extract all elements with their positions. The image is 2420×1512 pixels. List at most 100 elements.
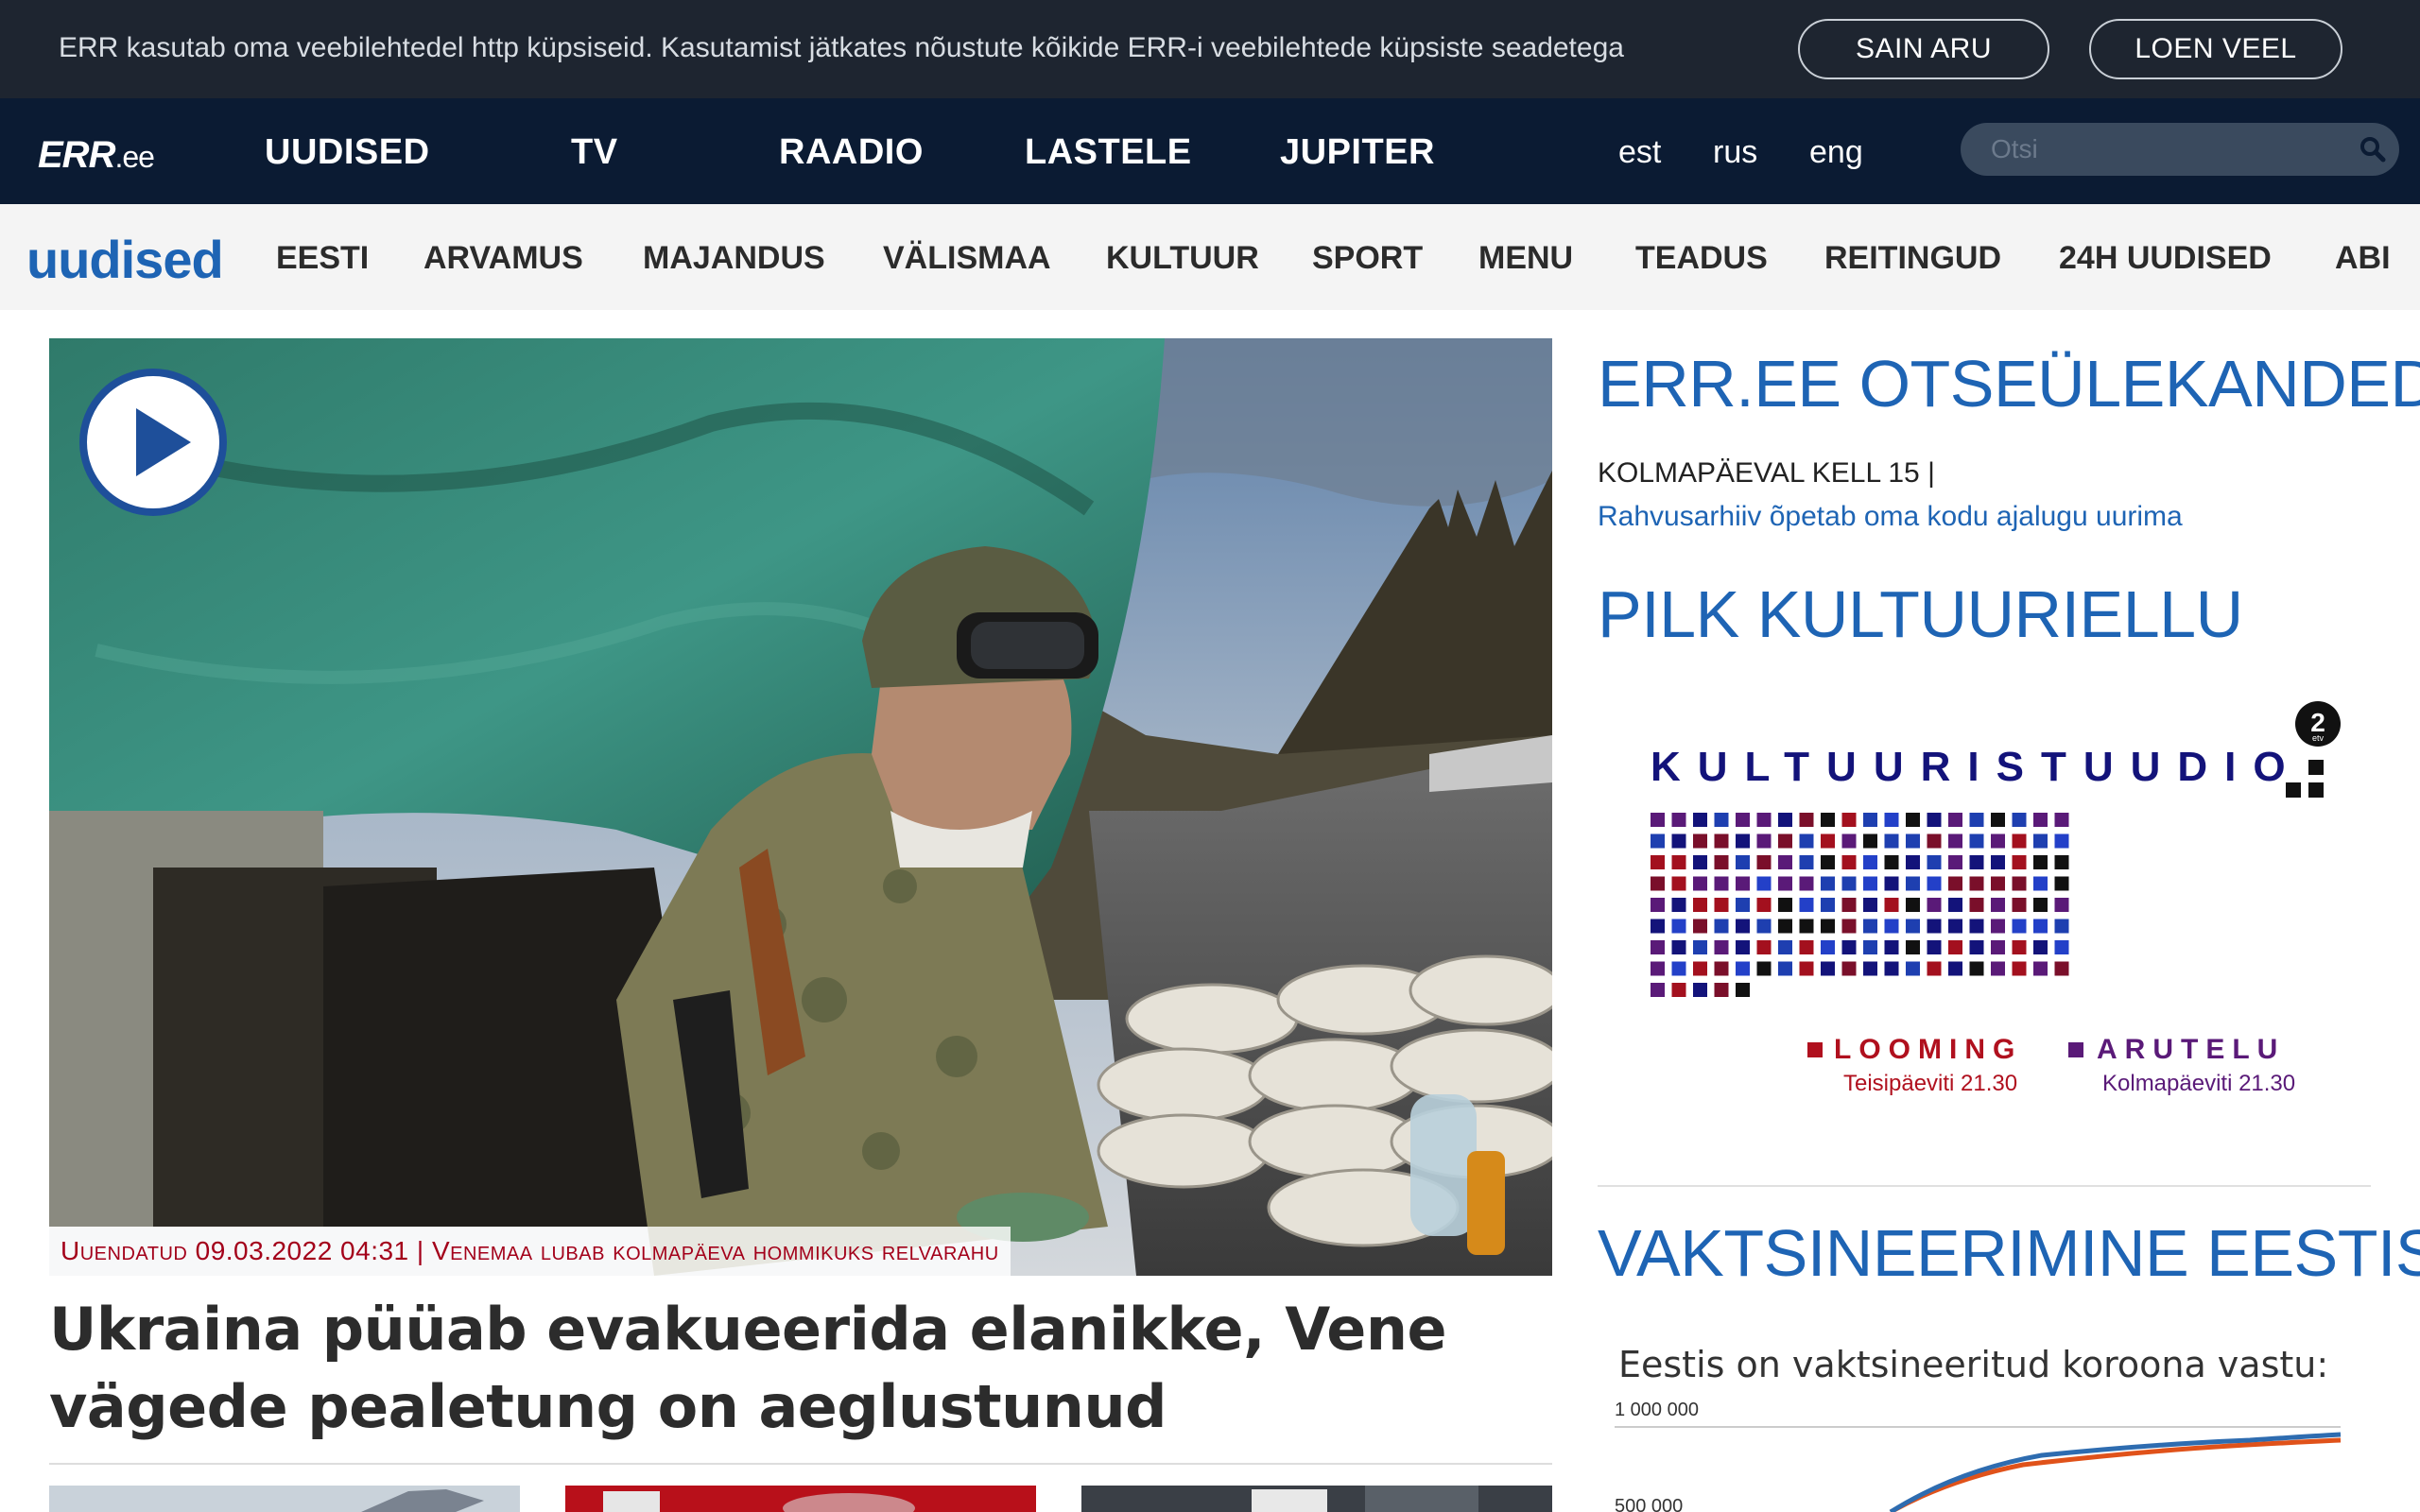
live-broadcast-link[interactable]: Rahvusarhiiv õpetab oma kodu ajalugu uur… <box>1598 501 2183 533</box>
grid-square <box>1756 940 1772 954</box>
grid-square <box>1863 919 1877 934</box>
lang-rus[interactable]: rus <box>1713 134 1757 171</box>
culture-title[interactable]: PILK KULTUURIELLU <box>1598 576 2243 652</box>
subnav-item-eesti[interactable]: EESTI <box>276 240 369 277</box>
grid-square <box>2012 940 2027 954</box>
etv2-sub: etv <box>2312 733 2325 743</box>
grid-square <box>2054 833 2069 849</box>
grid-square <box>1927 940 1942 954</box>
grid-square <box>1799 898 1814 912</box>
grid-square <box>1821 898 1835 912</box>
subnav-item-abi[interactable]: ABI <box>2335 240 2391 277</box>
kultuuristuudio-banner[interactable]: 2 etv KULTUURISTUUDIO LOOMING Teisipäevi… <box>1598 690 2373 1125</box>
grid-square <box>1778 813 1792 827</box>
subnav-item-24h-uudised[interactable]: 24H UUDISED <box>2059 240 2272 277</box>
nav-item-tv[interactable]: TV <box>571 132 618 173</box>
nav-item-uudised[interactable]: UUDISED <box>265 132 430 173</box>
grid-square <box>1693 855 1707 869</box>
subnav-item-menu[interactable]: MENU <box>1478 240 1573 277</box>
grid-square <box>1778 919 1792 934</box>
grid-square <box>2012 876 2027 891</box>
err-logo[interactable]: ERR.ee <box>38 134 155 177</box>
grid-square <box>1821 813 1835 827</box>
subnav-item-sport[interactable]: SPORT <box>1312 240 1423 277</box>
search-icon[interactable] <box>2358 134 2388 164</box>
section-logo[interactable]: uudised <box>26 229 224 290</box>
grid-square <box>1948 898 1962 912</box>
grid-square <box>1991 919 2005 934</box>
grid-square <box>1651 940 1665 954</box>
grid-square <box>1863 961 1877 976</box>
grid-square <box>1778 876 1792 891</box>
grid-square <box>1863 813 1877 827</box>
thumbnail-image <box>1081 1486 1552 1512</box>
grid-square <box>1714 813 1729 827</box>
grid-square <box>1991 940 2005 954</box>
subnav-item-teadus[interactable]: TEADUS <box>1635 240 1768 277</box>
play-video-icon[interactable] <box>78 367 229 518</box>
story-thumbnail-1[interactable] <box>49 1486 520 1512</box>
grid-square <box>2286 782 2301 798</box>
grid-square <box>1671 813 1686 827</box>
grid-square <box>1863 940 1877 954</box>
grid-square <box>1714 919 1729 934</box>
lang-est[interactable]: est <box>1618 134 1661 171</box>
search-box <box>1961 123 2399 176</box>
arutelu-label: ARUTELU <box>2097 1034 2285 1065</box>
grid-square <box>1906 898 1920 912</box>
search-input[interactable] <box>1991 132 2350 166</box>
grid-square <box>1991 961 2005 976</box>
grid-square <box>1821 919 1835 934</box>
cookie-agree-button[interactable]: SAIN ARU <box>1798 19 2049 79</box>
grid-square <box>1991 876 2005 891</box>
grid-square <box>1927 833 1942 849</box>
grid-square <box>2033 833 2048 849</box>
grid-square <box>1651 833 1665 849</box>
nav-item-lastele[interactable]: LASTELE <box>1025 132 1192 173</box>
grid-square <box>1714 983 1729 997</box>
grid-square <box>1671 961 1686 976</box>
vaccination-chart: 1 000 000 500 000 <box>1615 1400 2342 1512</box>
subnav-item-arvamus[interactable]: ARVAMUS <box>424 240 583 277</box>
grid-square <box>1671 898 1686 912</box>
grid-square <box>1736 983 1750 997</box>
grid-square <box>2054 876 2069 891</box>
grid-square <box>1714 940 1729 954</box>
grid-square <box>2308 782 2324 798</box>
cookie-read-more-button[interactable]: LOEN VEEL <box>2089 19 2342 79</box>
nav-item-raadio[interactable]: RAADIO <box>779 132 924 173</box>
grid-square <box>1799 919 1814 934</box>
vaccination-title[interactable]: VAKTSINEERIMINE EESTIS <box>1598 1215 2420 1291</box>
logo-text: ERR <box>38 134 115 176</box>
live-broadcasts-title[interactable]: ERR.EE OTSEÜLEKANDED <box>1598 346 2420 421</box>
grid-square <box>2054 940 2069 954</box>
grid-square <box>2012 919 2027 934</box>
grid-square <box>1651 855 1665 869</box>
grid-square <box>1671 833 1686 849</box>
grid-square <box>1693 833 1707 849</box>
grid-square <box>1693 961 1707 976</box>
main-story-headline[interactable]: Ukraina püüab evakueerida elanikke, Vene… <box>49 1291 1552 1446</box>
grid-square <box>1799 833 1814 849</box>
nav-item-jupiter[interactable]: JUPITER <box>1280 132 1435 173</box>
grid-square <box>1821 855 1835 869</box>
grid-square <box>1884 813 1899 827</box>
grid-square <box>1884 961 1899 976</box>
logo-suffix: .ee <box>114 140 154 174</box>
story-thumbnail-3[interactable] <box>1081 1486 1552 1512</box>
subnav-item-kultuur[interactable]: KULTUUR <box>1106 240 1259 277</box>
subnav-item-majandus[interactable]: MAJANDUS <box>643 240 825 277</box>
grid-square <box>1736 813 1750 827</box>
story-thumbnail-2[interactable] <box>565 1486 1036 1512</box>
lang-eng[interactable]: eng <box>1809 134 1863 171</box>
grid-square <box>1736 919 1750 934</box>
grid-square <box>1884 940 1899 954</box>
subnav-item-reitingud[interactable]: REITINGUD <box>1824 240 2001 277</box>
grid-square <box>1821 961 1835 976</box>
grid-square <box>1799 961 1814 976</box>
main-story-image[interactable]: Uuendatud 09.03.2022 04:31 | Venemaa lub… <box>49 338 1552 1276</box>
grid-square <box>1884 833 1899 849</box>
grid-square <box>2012 833 2027 849</box>
cookie-bar: ERR kasutab oma veebilehtedel http küpsi… <box>0 0 2420 98</box>
subnav-item-valismaa[interactable]: VÄLISMAA <box>883 240 1051 277</box>
